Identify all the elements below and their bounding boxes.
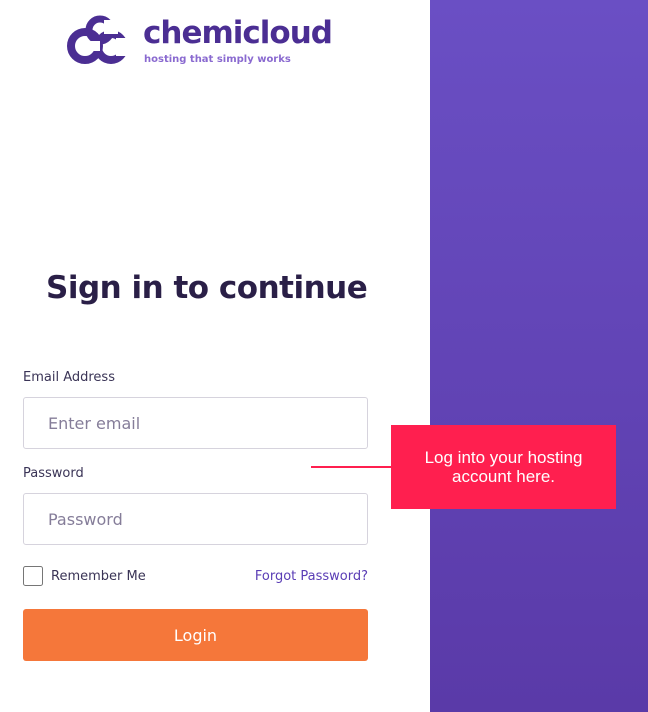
brand-tagline: hosting that simply works	[144, 54, 291, 65]
login-button[interactable]: Login	[23, 609, 368, 661]
email-field[interactable]	[23, 397, 368, 449]
callout-box: Log into your hosting account here.	[391, 425, 616, 509]
brand-logo[interactable]: chemicloud hosting that simply works	[66, 14, 336, 74]
password-field[interactable]	[23, 493, 368, 545]
remember-me[interactable]: Remember Me	[23, 566, 146, 586]
email-label: Email Address	[23, 370, 115, 385]
remember-me-checkbox[interactable]	[23, 566, 43, 586]
login-page: chemicloud hosting that simply works Sig…	[0, 0, 648, 712]
brand-name: chemicloud	[143, 15, 333, 51]
ccc-logo-icon	[67, 15, 130, 64]
callout-pointer	[311, 466, 391, 468]
side-panel	[430, 0, 648, 712]
password-label: Password	[23, 466, 84, 481]
remember-me-label: Remember Me	[51, 568, 146, 584]
forgot-password-link[interactable]: Forgot Password?	[255, 569, 368, 584]
page-title: Sign in to continue	[46, 270, 368, 306]
